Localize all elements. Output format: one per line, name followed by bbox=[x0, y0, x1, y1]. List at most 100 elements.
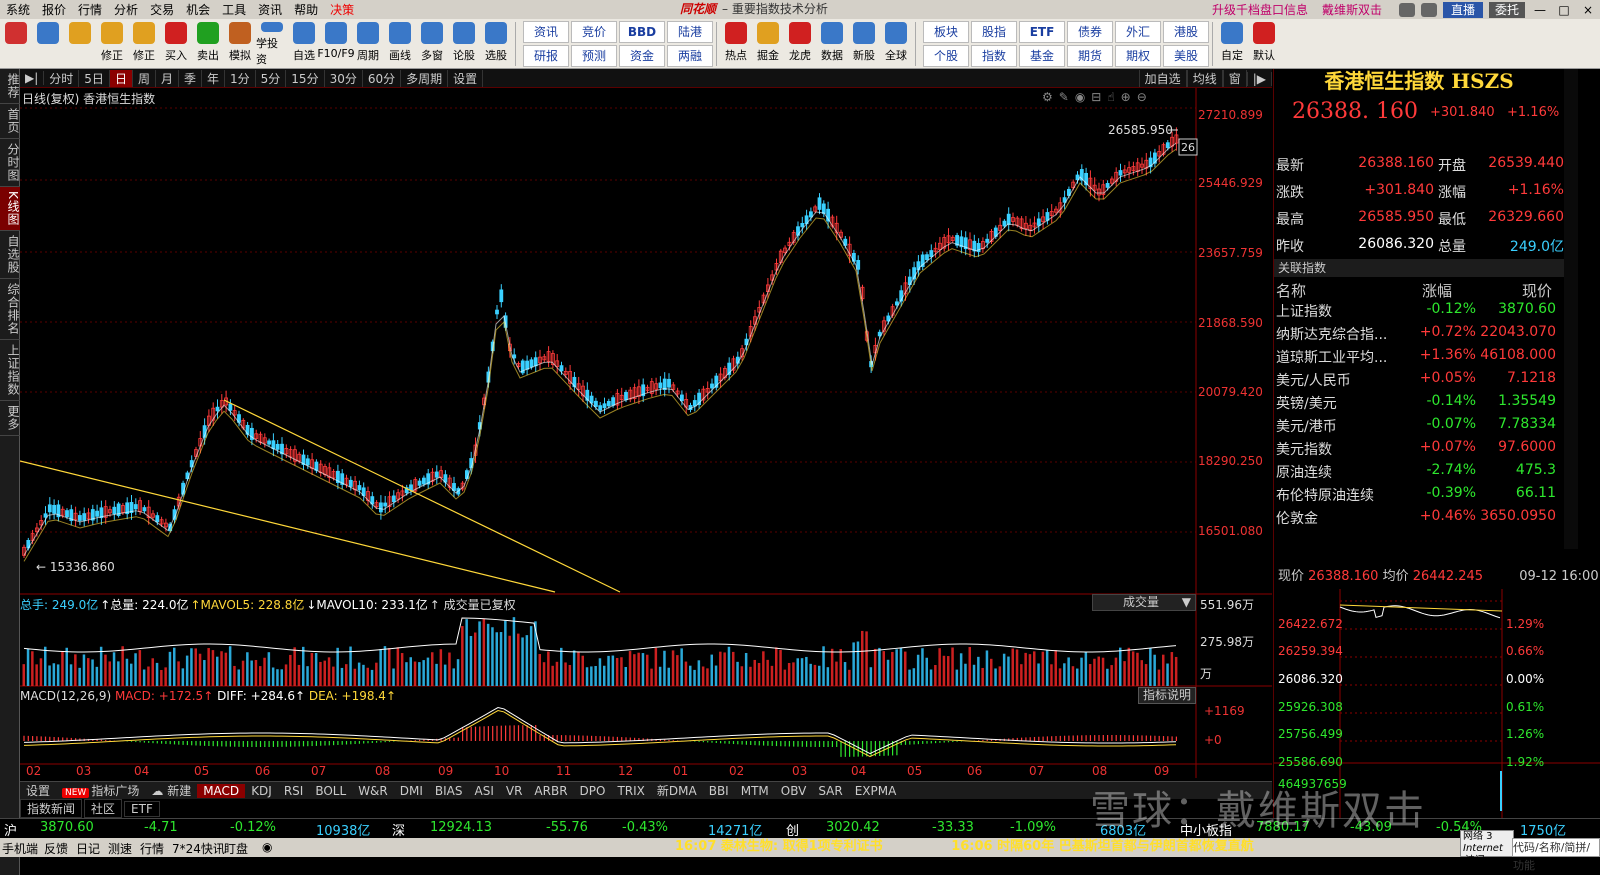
menu-decision[interactable]: 决策 bbox=[324, 1, 360, 18]
toolbar-grid2-2[interactable]: ETF bbox=[1019, 21, 1065, 43]
indicator-tab-2[interactable]: ☁ 新建 bbox=[145, 782, 197, 799]
toolbar-grid2-0[interactable]: 板块 bbox=[923, 21, 969, 43]
period-3[interactable]: 周 bbox=[133, 69, 156, 87]
period-5[interactable]: 季 bbox=[179, 69, 202, 87]
toolbar-grid2-1[interactable]: 股指 bbox=[971, 21, 1017, 43]
indicator-help-button[interactable]: 指标说明 bbox=[1138, 687, 1196, 704]
period-2[interactable]: 日 bbox=[109, 69, 133, 87]
window-button[interactable]: 窗 bbox=[1222, 70, 1247, 87]
toolbar-back-arrow-button[interactable] bbox=[64, 19, 96, 67]
toolbar-grid2-8[interactable]: 基金 bbox=[1019, 45, 1065, 67]
sub-tab-1[interactable]: 社区 bbox=[84, 799, 123, 818]
indicator-tab-17[interactable]: MTM bbox=[735, 784, 775, 798]
user-link[interactable]: 戴维斯双击 bbox=[1322, 1, 1382, 18]
left-tab-6[interactable]: 上证指数 bbox=[0, 340, 20, 401]
maximize-button[interactable]: □ bbox=[1556, 3, 1572, 17]
indicator-tab-11[interactable]: VR bbox=[500, 784, 529, 798]
period-8[interactable]: 5分 bbox=[256, 69, 287, 87]
period-6[interactable]: 年 bbox=[202, 69, 226, 87]
indicator-tab-14[interactable]: TRIX bbox=[611, 784, 650, 798]
toolbar-globe-button[interactable]: 全球 bbox=[880, 19, 912, 67]
toolbar-home-button[interactable]: 默认 bbox=[1248, 19, 1280, 67]
toolbar-grid2-5[interactable]: 港股 bbox=[1163, 21, 1209, 43]
indicator-tab-1[interactable]: NEW 指标广场 bbox=[56, 782, 145, 799]
indicator-tab-13[interactable]: DPO bbox=[574, 784, 612, 798]
bottom-item-2[interactable]: 日记 bbox=[76, 840, 100, 857]
period-11[interactable]: 60分 bbox=[363, 69, 402, 87]
code-search-input[interactable]: 代码/名称/简拼/功能 bbox=[1512, 838, 1600, 872]
toolbar-hot-button[interactable]: 热点 bbox=[720, 19, 752, 67]
toolbar-grid-1[interactable]: 竞价 bbox=[571, 21, 617, 43]
toolbar-grid2-10[interactable]: 期权 bbox=[1115, 45, 1161, 67]
news-item-2[interactable]: 16:06 时隔60年 巴基斯坦首都与伊朗首都恢复直航 bbox=[951, 839, 1254, 854]
toolbar-grid-2[interactable]: BBD bbox=[619, 21, 665, 43]
news-item-1[interactable]: 16:07 泰林生物: 取得1项专利证书 bbox=[675, 839, 883, 854]
bottom-item-1[interactable]: 反馈 bbox=[44, 840, 68, 857]
indicator-tab-0[interactable]: 设置 bbox=[20, 782, 56, 799]
related-index-row[interactable]: 美元/人民币 +0.05% 7.1218 bbox=[1274, 370, 1564, 393]
related-index-row[interactable]: 上证指数 -0.12% 3870.60 bbox=[1274, 301, 1564, 324]
toolbar-pe-button[interactable]: 数据 bbox=[816, 19, 848, 67]
add-watchlist-button[interactable]: 加自选 bbox=[1138, 70, 1187, 87]
period-back-icon[interactable]: ▶| bbox=[20, 71, 45, 85]
toolbar-grid2-4[interactable]: 外汇 bbox=[1115, 21, 1161, 43]
left-tab-4[interactable]: 自选股 bbox=[0, 231, 20, 279]
toolbar-grid2-9[interactable]: 期货 bbox=[1067, 45, 1113, 67]
indicator-tab-4[interactable]: KDJ bbox=[245, 784, 278, 798]
related-index-row[interactable]: 英镑/美元 -0.14% 1.35549 bbox=[1274, 393, 1564, 416]
close-button[interactable]: × bbox=[1580, 3, 1596, 17]
toolbar-grid2-3[interactable]: 债券 bbox=[1067, 21, 1113, 43]
period-0[interactable]: 分时 bbox=[44, 69, 80, 87]
toolbar-graduation-cap-button[interactable]: 学投资 bbox=[256, 19, 288, 67]
sub-tab-0[interactable]: 指数新闻 bbox=[20, 799, 83, 818]
period-10[interactable]: 30分 bbox=[325, 69, 363, 87]
menu-news[interactable]: 资讯 bbox=[252, 1, 288, 18]
menu-tools[interactable]: 工具 bbox=[216, 1, 252, 18]
indicator-tab-8[interactable]: DMI bbox=[394, 784, 429, 798]
kline-chart-svg[interactable]: 26585.950 ← 15336.860 26 551.96万 275.98万万 +11… bbox=[20, 88, 1272, 788]
volume-selector[interactable]: 成交量 ▼ bbox=[1092, 594, 1196, 611]
left-tab-5[interactable]: 综合排名 bbox=[0, 279, 20, 340]
toolbar-grid-7[interactable]: 两融 bbox=[667, 45, 713, 67]
menu-market[interactable]: 行情 bbox=[72, 1, 108, 18]
live-button[interactable]: 直播 bbox=[1442, 1, 1483, 18]
minimize-button[interactable]: — bbox=[1532, 3, 1548, 17]
toolbar-pencil-button[interactable]: 画线 bbox=[384, 19, 416, 67]
period-12[interactable]: 多周期 bbox=[401, 69, 449, 87]
toolbar-custom-button[interactable]: 自定 bbox=[1216, 19, 1248, 67]
related-index-row[interactable]: 伦敦金 +0.46% 3650.0950 bbox=[1274, 508, 1564, 531]
indicator-tab-20[interactable]: EXPMA bbox=[849, 784, 903, 798]
period-13[interactable]: 设置 bbox=[448, 69, 484, 87]
period-4[interactable]: 月 bbox=[156, 69, 179, 87]
bottom-item-6[interactable]: 盯盘 bbox=[224, 840, 248, 857]
toolbar-up-down-arrows-button[interactable]: 修正 bbox=[96, 19, 128, 67]
related-index-row[interactable]: 布伦特原油连续 -0.39% 66.11 bbox=[1274, 485, 1564, 508]
period-9[interactable]: 15分 bbox=[286, 69, 325, 87]
toolbar-star-button[interactable]: 自选 bbox=[288, 19, 320, 67]
menu-quote[interactable]: 报价 bbox=[36, 1, 72, 18]
indicator-tab-9[interactable]: BIAS bbox=[429, 784, 469, 798]
indicator-tab-15[interactable]: 新DMA bbox=[651, 782, 703, 799]
bottom-item-3[interactable]: 测速 bbox=[108, 840, 132, 857]
indicator-tab-19[interactable]: SAR bbox=[812, 784, 848, 798]
indicator-tab-12[interactable]: ARBR bbox=[528, 784, 573, 798]
toolbar-forum-button[interactable]: 论股 bbox=[448, 19, 480, 67]
indicator-tab-5[interactable]: RSI bbox=[278, 784, 310, 798]
left-tab-2[interactable]: 分时图 bbox=[0, 139, 20, 187]
toolbar-grid-0[interactable]: 资讯 bbox=[523, 21, 569, 43]
toolbar-hammer-button[interactable]: 模拟 bbox=[224, 19, 256, 67]
toolbar-buy-button[interactable]: 买入 bbox=[160, 19, 192, 67]
toolbar-grid2-7[interactable]: 指数 bbox=[971, 45, 1017, 67]
sub-tab-2[interactable]: ETF bbox=[124, 800, 160, 817]
camera-icon[interactable]: ◉ bbox=[262, 840, 272, 854]
left-tab-1[interactable]: 首页 bbox=[0, 104, 20, 139]
indicator-tab-7[interactable]: W&R bbox=[352, 784, 394, 798]
toolbar-stock-picker-button[interactable]: 选股 bbox=[480, 19, 512, 67]
toolbar-sell-button[interactable]: 卖出 bbox=[192, 19, 224, 67]
period-7[interactable]: 1分 bbox=[225, 69, 256, 87]
ma-button[interactable]: 均线 bbox=[1186, 70, 1223, 87]
bottom-item-0[interactable]: 手机端 bbox=[2, 840, 38, 857]
toolbar-mascot-button[interactable] bbox=[32, 19, 64, 67]
toolbar-dragon-button[interactable]: 龙虎 bbox=[784, 19, 816, 67]
toolbar-multi-window-button[interactable]: 多窗 bbox=[416, 19, 448, 67]
